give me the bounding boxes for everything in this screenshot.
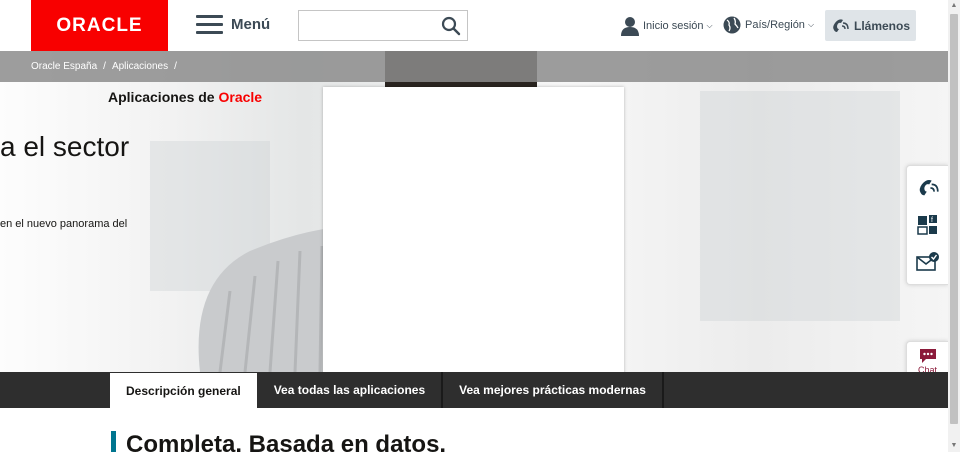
- signin-label: Inicio sesión: [643, 20, 704, 32]
- signin-link[interactable]: Inicio sesión ⌵: [621, 16, 713, 36]
- oracle-logo[interactable]: ORACLE: [31, 0, 168, 51]
- chevron-down-icon: ⌵: [706, 21, 713, 30]
- site-header: ORACLE Menú Inicio sesión ⌵ País/Región …: [0, 0, 948, 51]
- phone-icon: [919, 180, 939, 196]
- breadcrumb-link-aplicaciones[interactable]: Aplicaciones: [112, 61, 168, 72]
- rail-email-button[interactable]: [913, 247, 943, 277]
- scrollbar-thumb[interactable]: [950, 14, 958, 424]
- breadcrumb-separator: /: [174, 61, 177, 72]
- email-icon: [915, 251, 939, 271]
- menu-label: Menú: [231, 16, 271, 33]
- search-box: [298, 10, 468, 41]
- svg-text:f: f: [931, 217, 933, 224]
- content-heading: Completa. Basada en datos.: [111, 431, 446, 452]
- breadcrumb-separator: /: [103, 61, 106, 72]
- logo-text: ORACLE: [56, 14, 143, 36]
- page-scrollbar[interactable]: ▲ ▼: [948, 0, 960, 452]
- breadcrumb-link-oracle-espana[interactable]: Oracle España: [31, 61, 97, 72]
- tab-descripcion-general[interactable]: Descripción general: [109, 372, 258, 408]
- scroll-up-arrow-icon[interactable]: ▲: [948, 0, 960, 12]
- search-icon[interactable]: [441, 16, 461, 36]
- tab-label: Descripción general: [126, 383, 241, 398]
- menu-button[interactable]: Menú: [196, 15, 270, 34]
- section-title: Aplicaciones de Oracle: [108, 89, 262, 105]
- tab-label: Vea todas las aplicaciones: [273, 383, 426, 397]
- phone-icon: [833, 18, 849, 32]
- chat-bubble-icon: [919, 348, 936, 363]
- user-icon: [621, 17, 639, 36]
- globe-icon: [723, 16, 741, 34]
- hero-subtext: en el nuevo panorama del: [0, 218, 128, 230]
- background-building: [700, 91, 900, 321]
- country-label: País/Región: [745, 19, 805, 31]
- tab-todas-aplicaciones[interactable]: Vea todas las aplicaciones: [258, 372, 444, 408]
- tab-bar: Descripción general Vea todas las aplica…: [0, 372, 948, 408]
- tab-label: Vea mejores prácticas modernas: [459, 383, 646, 397]
- hero-headline: a el sector: [0, 131, 130, 162]
- rail-call-button[interactable]: [913, 173, 943, 203]
- hamburger-icon: [196, 15, 223, 34]
- call-label: Llámenos: [853, 18, 910, 33]
- scroll-down-arrow-icon[interactable]: ▼: [948, 440, 960, 452]
- search-input[interactable]: [299, 11, 434, 40]
- video-overlay-panel[interactable]: [323, 87, 624, 377]
- rail-social-button[interactable]: f: [913, 210, 943, 240]
- section-title-prefix: Aplicaciones de: [108, 89, 219, 105]
- breadcrumb: Oracle España / Aplicaciones /: [0, 51, 948, 82]
- tab-mejores-practicas[interactable]: Vea mejores prácticas modernas: [443, 372, 664, 408]
- contact-side-rail: f: [906, 165, 948, 285]
- social-share-icon: f: [916, 214, 937, 235]
- country-link[interactable]: País/Región ⌵: [723, 16, 814, 34]
- chevron-down-icon: ⌵: [807, 20, 815, 29]
- section-title-brand: Oracle: [218, 89, 263, 105]
- call-button[interactable]: Llámenos: [825, 10, 916, 41]
